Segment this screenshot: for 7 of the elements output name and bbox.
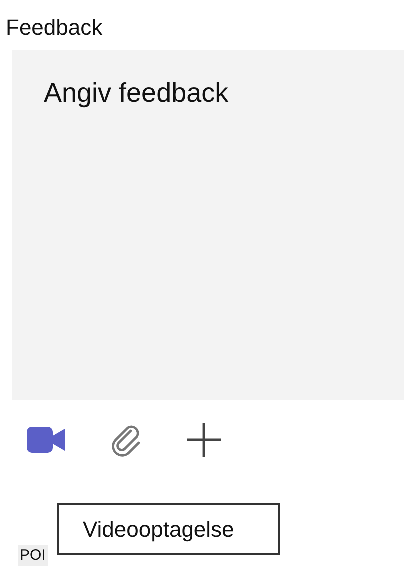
- poi-label: POI: [18, 545, 48, 566]
- feedback-field[interactable]: Angiv feedback: [12, 50, 404, 400]
- section-title: Feedback: [6, 15, 103, 41]
- paperclip-icon[interactable]: [109, 423, 143, 457]
- add-icon[interactable]: [187, 423, 221, 457]
- video-camera-icon[interactable]: [27, 427, 65, 453]
- tooltip: Videooptagelse: [57, 503, 280, 555]
